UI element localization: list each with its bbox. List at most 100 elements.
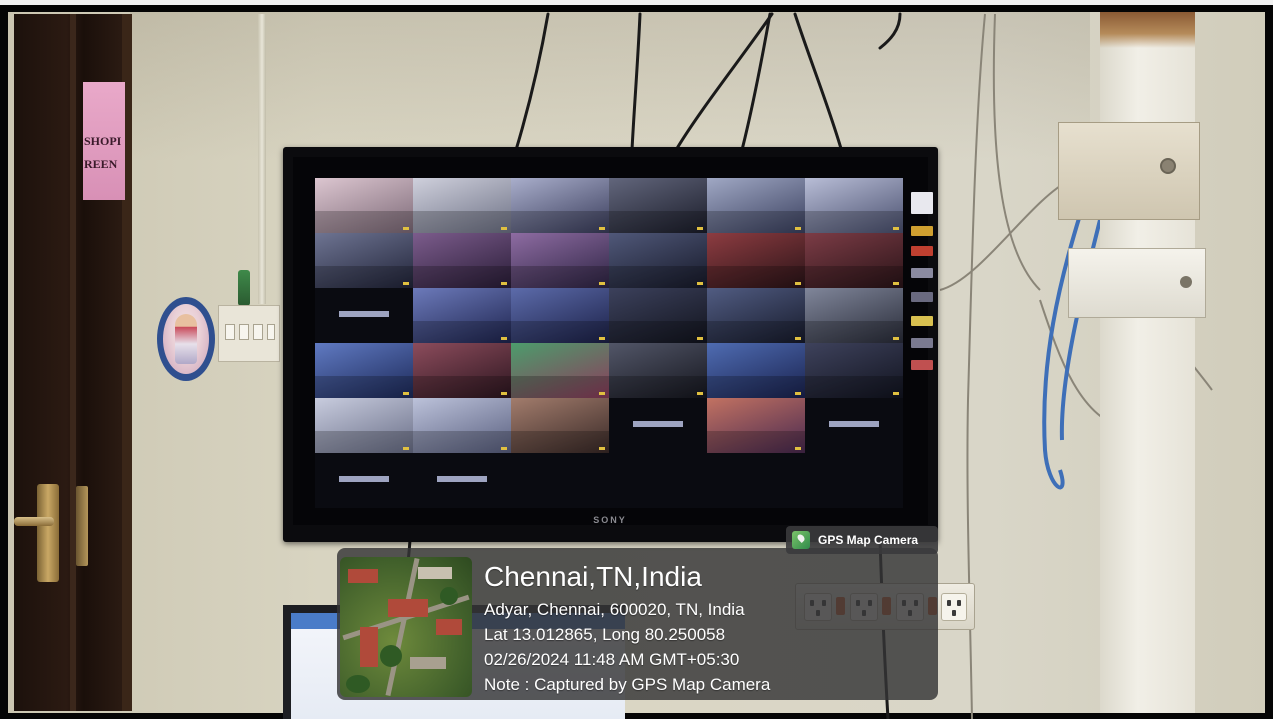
camera-feed-shade: [413, 266, 511, 288]
switchboard: [218, 305, 280, 362]
camera-feed-shade: [805, 321, 903, 343]
camera-feed-shade: [315, 211, 413, 233]
location-coordinates: Lat 13.012865, Long 80.250058: [484, 625, 726, 644]
camera-feed-shade: [315, 431, 413, 453]
gps-app-badge-label: GPS Map Camera: [818, 533, 919, 547]
door-bolt: [76, 486, 88, 566]
camera-feed-indicator: [697, 392, 703, 395]
camera-feed-indicator: [403, 227, 409, 230]
wall-switch: [253, 324, 263, 340]
camera-feed-indicator: [501, 282, 507, 285]
cable: [793, 12, 844, 154]
camera-feed-indicator: [403, 392, 409, 395]
camera-feed-indicator: [697, 282, 703, 285]
camera-feed-shade: [805, 211, 903, 233]
no-signal-label: [633, 421, 683, 427]
wall-switch: [267, 324, 275, 340]
camera-feed-tile-empty: [609, 453, 707, 508]
camera-feed-tile-empty: [511, 453, 609, 508]
camera-feed-indicator: [795, 447, 801, 450]
camera-feed-tile-no-signal: [413, 453, 511, 508]
map-building: [418, 567, 452, 579]
cable: [878, 12, 902, 50]
map-building: [436, 619, 462, 635]
network-box-key: [1180, 276, 1192, 288]
camera-feed-tile: [707, 343, 805, 398]
map-building: [388, 599, 428, 617]
camera-feed-tile: [413, 178, 511, 233]
camera-feed-tile: [805, 343, 903, 398]
camera-feed-tile-empty: [707, 453, 805, 508]
camera-feed-indicator: [501, 447, 507, 450]
camera-feed-indicator: [795, 227, 801, 230]
location-city: Chennai,TN,India: [484, 561, 702, 592]
no-signal-label: [437, 476, 487, 482]
camera-feed-tile: [707, 178, 805, 233]
camera-feed-tile: [805, 233, 903, 288]
door-sign: SHOPI REEN: [83, 82, 125, 200]
cable: [630, 12, 642, 152]
map-tree: [346, 675, 370, 693]
camera-feed-shade: [413, 321, 511, 343]
tv-side-icon: [911, 292, 933, 302]
camera-feed-shade: [707, 266, 805, 288]
wall-switch: [239, 324, 249, 340]
camera-feed-tile: [511, 398, 609, 453]
capture-note: Note : Captured by GPS Map Camera: [484, 675, 771, 694]
map-building: [348, 569, 378, 583]
camera-feed-shade: [707, 376, 805, 398]
camera-feed-tile: [413, 343, 511, 398]
camera-feed-shade: [707, 211, 805, 233]
pillar-stain: [1100, 12, 1195, 48]
camera-feed-tile: [805, 178, 903, 233]
tv-side-icon: [911, 316, 933, 326]
camera-feed-tile: [315, 178, 413, 233]
camera-feed-tile: [413, 398, 511, 453]
wire: [939, 179, 1071, 291]
pillar: [1100, 12, 1195, 713]
camera-feed-indicator: [893, 282, 899, 285]
camera-feed-indicator: [501, 392, 507, 395]
wall-conduit: [258, 14, 266, 304]
camera-feed-tile: [707, 398, 805, 453]
camera-feed-tile: [511, 233, 609, 288]
camera-feed-shade: [511, 266, 609, 288]
door-sign-line2: REEN: [84, 157, 118, 171]
no-signal-label: [829, 421, 879, 427]
picture-figure: [175, 314, 197, 364]
door-handle-plate: [37, 484, 59, 582]
camera-feed-shade: [707, 321, 805, 343]
door-sign-line1: SHOPI: [84, 134, 122, 148]
camera-feed-indicator: [893, 337, 899, 340]
tv-side-icon: [911, 338, 933, 348]
camera-feed-tile: [511, 288, 609, 343]
camera-feed-tile: [609, 178, 707, 233]
camera-feed-shade: [511, 376, 609, 398]
camera-feed-tile: [609, 288, 707, 343]
camera-feed-tile-no-signal: [609, 398, 707, 453]
camera-feed-tile: [413, 288, 511, 343]
camera-feed-indicator: [599, 392, 605, 395]
tv-side-icon: [911, 246, 933, 256]
camera-feed-tile: [707, 288, 805, 343]
satellite-map-thumbnail: [340, 557, 472, 697]
camera-feed-indicator: [697, 337, 703, 340]
camera-feed-tile-no-signal: [315, 453, 413, 508]
camera-feed-shade: [315, 266, 413, 288]
camera-feed-shade: [609, 266, 707, 288]
camera-grid: [315, 178, 903, 508]
camera-feed-tile-no-signal: [805, 398, 903, 453]
wire: [992, 13, 1041, 291]
camera-feed-indicator: [599, 337, 605, 340]
junction-box: [1058, 122, 1200, 220]
wall-plug: [238, 270, 250, 306]
camera-feed-tile: [315, 233, 413, 288]
camera-feed-shade: [413, 431, 511, 453]
map-tree: [380, 645, 402, 667]
no-signal-label: [339, 476, 389, 482]
camera-feed-shade: [805, 266, 903, 288]
tv-menu-icon: [911, 192, 933, 214]
no-signal-label: [339, 311, 389, 317]
camera-feed-indicator: [501, 227, 507, 230]
camera-feed-tile-empty: [805, 453, 903, 508]
